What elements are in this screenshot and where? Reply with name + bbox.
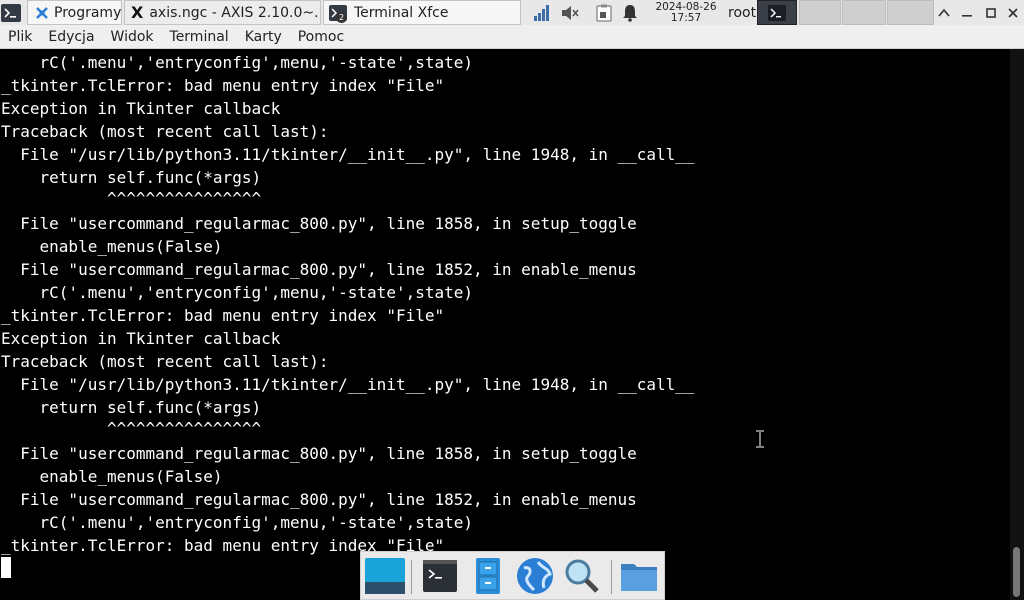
terminal-line: rC('.menu','entryconfig',menu,'-state',s… [1,513,474,532]
terminal-line: ^^^^^^^^^^^^^^^^ [1,189,262,208]
taskbar-item-axis[interactable]: X axis.ngc - AXIS 2.10.0~... [124,0,321,25]
dock-separator [611,560,612,594]
desktop-icon[interactable] [364,556,406,596]
terminal-line: File "usercommand_regularmac_800.py", li… [1,260,637,279]
clock-date: 2024-08-26 [655,0,717,13]
terminal-icon[interactable] [419,556,461,596]
clock[interactable]: 2024-08-26 17:57 [650,0,722,25]
terminal-launcher-icon[interactable] [0,0,24,25]
terminal-line: enable_menus(False) [1,237,223,256]
applications-menu-label: Programy [54,4,122,21]
top-panel: Programy ☰ X axis.ngc - AXIS 2.10.0~... … [0,0,1024,26]
terminal-scrollbar[interactable] [1010,49,1024,600]
workspace-4[interactable] [887,0,934,25]
taskbar-item-axis-label: axis.ngc - AXIS 2.10.0~... [149,4,321,21]
clock-time: 17:57 [670,11,702,24]
clipboard-icon[interactable] [596,0,616,25]
applications-menu-button[interactable]: Programy ☰ [27,0,122,25]
menu-tabs[interactable]: Karty [237,29,290,45]
text-cursor-icon [754,430,766,448]
file-cabinet-icon[interactable] [467,556,509,596]
window-restore-icon[interactable] [982,0,1000,25]
terminal-cursor [1,557,11,578]
web-browser-icon[interactable] [514,556,556,596]
x-window-icon: X [131,3,144,22]
terminal-line: File "usercommand_regularmac_800.py", li… [1,444,637,463]
terminal-line: File "usercommand_regularmac_800.py", li… [1,490,637,509]
terminal-line: Exception in Tkinter callback [1,329,281,348]
terminal-output[interactable]: rC('.menu','entryconfig',menu,'-state',s… [0,49,1010,600]
menu-terminal[interactable]: Terminal [162,29,237,45]
workspace-1[interactable] [757,0,797,25]
terminal-window-icon [768,4,786,21]
xfce-mouse-icon [34,5,50,21]
menu-view[interactable]: Widok [103,29,162,45]
search-icon[interactable] [561,556,603,596]
taskbar-item-terminal-label: Terminal Xfce [354,4,449,21]
volume-muted-icon[interactable] [560,0,582,25]
scrollbar-thumb[interactable] [1013,547,1020,597]
folder-icon[interactable] [618,556,660,596]
terminal-line: _tkinter.TclError: bad menu entry index … [1,306,445,325]
menu-file[interactable]: Plik [0,29,40,45]
notification-bell-icon[interactable] [622,0,642,25]
network-signal-icon[interactable] [532,0,556,25]
terminal-line: File "/usr/lib/python3.11/tkinter/__init… [1,145,695,164]
terminal-line: _tkinter.TclError: bad menu entry index … [1,76,445,95]
menu-help[interactable]: Pomoc [290,29,352,45]
terminal-line: return self.func(*args) [1,398,262,417]
window-close-icon[interactable] [1004,0,1022,25]
terminal-group-icon: 2 [328,3,348,23]
terminal-line: rC('.menu','entryconfig',menu,'-state',s… [1,283,474,302]
terminal-line: File "/usr/lib/python3.11/tkinter/__init… [1,375,695,394]
terminal-line: Exception in Tkinter callback [1,99,281,118]
user-name[interactable]: root [728,0,756,25]
terminal-line: return self.func(*args) [1,168,262,187]
dock-separator [411,560,412,594]
window-maximize-up-icon[interactable] [935,0,953,25]
window-count-badge: 2 [336,11,347,23]
dock [360,551,665,600]
terminal-line: rC('.menu','entryconfig',menu,'-state',s… [1,53,474,72]
terminal-line: Traceback (most recent call last): [1,352,329,371]
terminal-menubar: Plik Edycja Widok Terminal Karty Pomoc [0,25,1024,49]
workspace-3[interactable] [842,0,886,25]
terminal-line: enable_menus(False) [1,467,223,486]
taskbar-item-terminal[interactable]: 2 Terminal Xfce [323,0,521,25]
terminal-line: Traceback (most recent call last): [1,122,329,141]
workspace-2[interactable] [799,0,841,25]
menu-edit[interactable]: Edycja [40,29,102,45]
terminal-line: ^^^^^^^^^^^^^^^^ [1,419,262,438]
window-minimize-icon[interactable] [958,0,976,25]
terminal-line: File "usercommand_regularmac_800.py", li… [1,214,637,233]
